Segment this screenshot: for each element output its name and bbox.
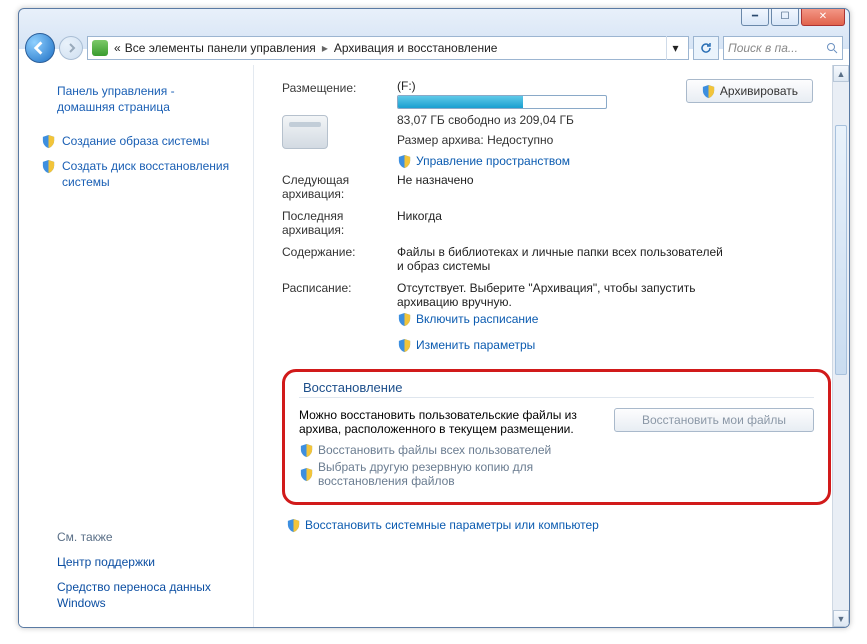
change-settings-link[interactable]: Изменить параметры bbox=[397, 337, 831, 353]
shield-icon bbox=[41, 159, 56, 174]
shield-icon bbox=[397, 338, 412, 353]
link-text: Выбрать другую резервную копию для восст… bbox=[318, 460, 596, 488]
sidebar-item-label: Средство переноса данных Windows bbox=[57, 579, 244, 611]
next-backup-value: Не назначено bbox=[397, 173, 831, 201]
breadcrumb: « Все элементы панели управления ▸ Архив… bbox=[114, 41, 497, 55]
address-bar[interactable]: « Все элементы панели управления ▸ Архив… bbox=[87, 36, 689, 60]
nav-back-button[interactable] bbox=[25, 33, 55, 63]
vertical-scrollbar[interactable]: ▲ ▼ bbox=[832, 65, 849, 627]
shield-icon bbox=[41, 134, 56, 149]
sidebar-item-label: Создать диск восстановления системы bbox=[62, 158, 244, 190]
schedule-label: Расписание: bbox=[282, 281, 397, 329]
sidebar-item-create-image[interactable]: Создание образа системы bbox=[19, 129, 254, 153]
sidebar-item-label: Центр поддержки bbox=[57, 554, 155, 570]
sidebar-item-label: Создание образа системы bbox=[62, 133, 209, 149]
disk-usage-bar bbox=[397, 95, 607, 109]
refresh-button[interactable] bbox=[693, 36, 719, 60]
scroll-down-button[interactable]: ▼ bbox=[833, 610, 849, 627]
restore-my-files-button[interactable]: Восстановить мои файлы bbox=[614, 408, 814, 432]
sidebar-home-link[interactable]: Панель управления - домашняя страница bbox=[19, 79, 254, 119]
next-backup-label: Следующая архивация: bbox=[282, 173, 397, 201]
recovery-legend: Восстановление bbox=[299, 380, 406, 395]
shield-icon bbox=[286, 518, 301, 533]
breadcrumb-part-1[interactable]: Архивация и восстановление bbox=[334, 41, 498, 55]
sidebar: Панель управления - домашняя страница Со… bbox=[19, 65, 254, 627]
content-label: Содержание: bbox=[282, 245, 397, 273]
sidebar-see-also-action-center[interactable]: Центр поддержки bbox=[19, 550, 254, 574]
schedule-value: Отсутствует. Выберите "Архивация", чтобы… bbox=[397, 281, 727, 309]
search-input[interactable]: Поиск в па... bbox=[723, 36, 843, 60]
window-controls: ━ ☐ ✕ bbox=[741, 8, 845, 26]
see-also-header: См. также bbox=[19, 526, 254, 550]
recovery-description: Можно восстановить пользовательские файл… bbox=[299, 408, 596, 436]
recovery-section: Восстановление Можно восстановить пользо… bbox=[282, 369, 831, 505]
link-text: Включить расписание bbox=[416, 312, 538, 326]
breadcrumb-part-0[interactable]: Все элементы панели управления bbox=[125, 41, 316, 55]
search-icon bbox=[826, 42, 838, 54]
link-text: Изменить параметры bbox=[416, 338, 535, 352]
last-backup-label: Последняя архивация: bbox=[282, 209, 397, 237]
restore-system-link[interactable]: Восстановить системные параметры или ком… bbox=[286, 517, 831, 533]
button-label: Восстановить мои файлы bbox=[642, 413, 786, 427]
last-backup-value: Никогда bbox=[397, 209, 831, 237]
chevron-right-icon: ▸ bbox=[320, 41, 330, 55]
scroll-thumb[interactable] bbox=[835, 125, 847, 375]
drive-icon bbox=[282, 115, 328, 149]
address-dropdown[interactable]: ▾ bbox=[666, 36, 684, 60]
breadcrumb-prefix: « bbox=[114, 41, 121, 55]
link-text: Восстановить системные параметры или ком… bbox=[305, 518, 599, 532]
navbar: « Все элементы панели управления ▸ Архив… bbox=[19, 31, 849, 65]
restore-all-users-link[interactable]: Восстановить файлы всех пользователей bbox=[299, 442, 596, 458]
shield-icon bbox=[397, 312, 412, 327]
link-text: Восстановить файлы всех пользователей bbox=[318, 443, 551, 457]
shield-icon bbox=[701, 84, 716, 99]
archive-button[interactable]: Архивировать bbox=[686, 79, 813, 103]
window: ━ ☐ ✕ « Все элементы панели управления ▸… bbox=[18, 8, 850, 628]
shield-icon bbox=[299, 443, 314, 458]
minimize-button[interactable]: ━ bbox=[741, 8, 769, 26]
enable-schedule-link[interactable]: Включить расписание bbox=[397, 311, 831, 327]
button-label: Архивировать bbox=[720, 84, 798, 98]
control-panel-icon bbox=[92, 40, 108, 56]
content-area: Архивировать Размещение: (F:) 83,07 ГБ с… bbox=[254, 65, 849, 627]
content-value: Файлы в библиотеках и личные папки всех … bbox=[397, 245, 727, 273]
sidebar-item-create-recovery-disk[interactable]: Создать диск восстановления системы bbox=[19, 154, 254, 194]
maximize-button[interactable]: ☐ bbox=[771, 8, 799, 26]
sidebar-see-also-easy-transfer[interactable]: Средство переноса данных Windows bbox=[19, 575, 254, 615]
search-placeholder: Поиск в па... bbox=[728, 41, 798, 55]
shield-icon bbox=[299, 467, 314, 482]
nav-forward-button[interactable] bbox=[59, 36, 83, 60]
close-button[interactable]: ✕ bbox=[801, 8, 845, 26]
choose-other-backup-link[interactable]: Выбрать другую резервную копию для восст… bbox=[299, 460, 596, 488]
scroll-up-button[interactable]: ▲ bbox=[833, 65, 849, 82]
